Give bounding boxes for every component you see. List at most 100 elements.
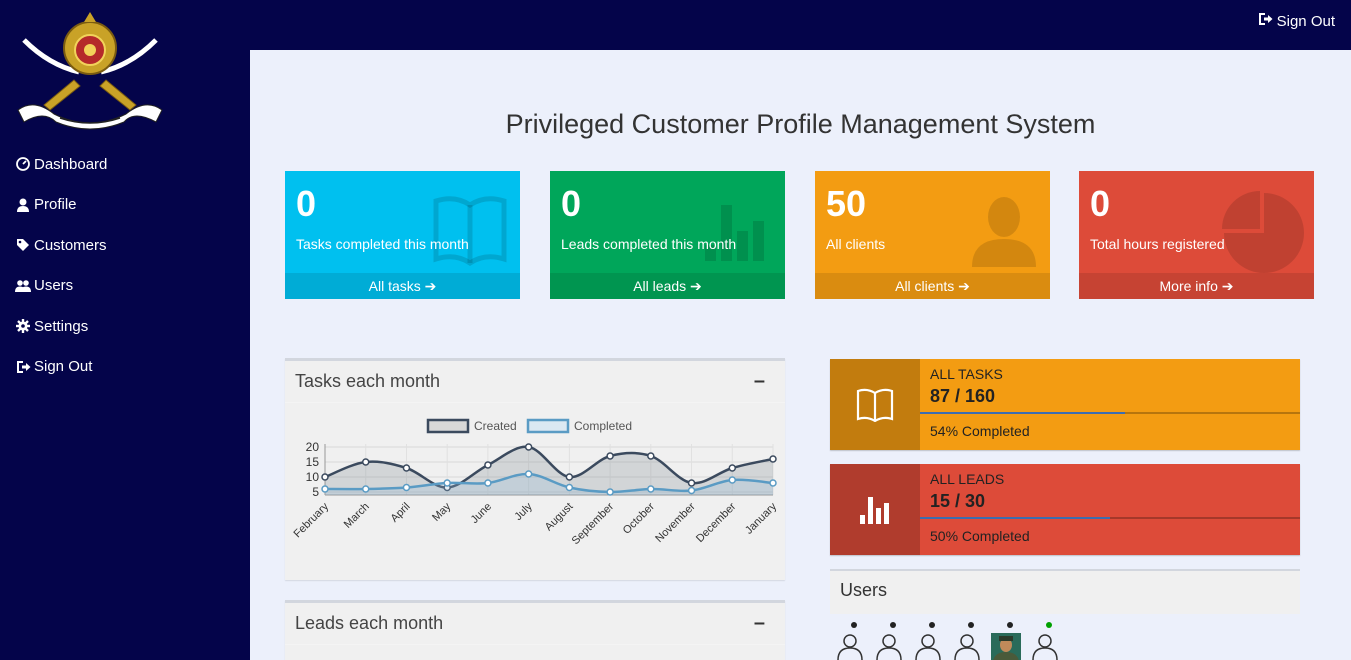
tag-icon — [15, 237, 31, 253]
stat-box-tasks: 0 Tasks completed this month All tasks ➔ — [285, 171, 520, 299]
data-point — [687, 486, 696, 495]
progress-bar-fill — [920, 517, 1110, 519]
stat-footer-link[interactable]: All tasks ➔ — [285, 273, 520, 299]
data-point — [769, 455, 777, 463]
collapse-button[interactable]: – — [754, 370, 765, 393]
top-navbar: Sign Out — [250, 0, 1351, 50]
progress-description: 54% Completed — [930, 423, 1030, 439]
stat-box-leads: 0 Leads completed this month All leads ➔ — [550, 171, 785, 299]
stat-label: Total hours registered — [1090, 236, 1225, 252]
stat-footer-link[interactable]: All clients ➔ — [815, 273, 1050, 299]
stat-label: Tasks completed this month — [296, 236, 469, 252]
person-outline-icon — [876, 634, 902, 660]
y-tick-label: 15 — [306, 455, 320, 469]
sidebar: Dashboard Profile Customers Users Settin… — [0, 0, 250, 660]
x-tick-label: August — [543, 501, 576, 534]
user-avatar[interactable] — [913, 619, 943, 660]
box-header: Leads each month – — [285, 603, 785, 645]
sidebar-item-profile[interactable]: Profile — [0, 185, 250, 226]
y-tick-label: 20 — [306, 440, 320, 454]
stat-footer-link[interactable]: All leads ➔ — [550, 273, 785, 299]
sign-out-label: Sign Out — [1276, 12, 1335, 30]
x-tick-label: July — [512, 500, 535, 523]
user-avatar[interactable] — [835, 619, 865, 660]
progress-numbers: 87 / 160 — [930, 386, 996, 406]
data-point — [402, 464, 411, 472]
bar-chart-icon — [705, 205, 764, 261]
x-tick-label: January — [743, 500, 780, 537]
status-dot — [1007, 622, 1013, 628]
data-point — [484, 461, 492, 469]
legend-swatch — [526, 418, 570, 434]
progress-title: ALL LEADS — [930, 471, 1005, 487]
sidebar-item-customers[interactable]: Customers — [0, 225, 250, 266]
data-point — [606, 488, 614, 496]
data-point — [321, 485, 329, 493]
stat-value: 0 — [1090, 183, 1111, 224]
user-icon — [15, 197, 31, 213]
sidebar-item-sign-out[interactable]: Sign Out — [0, 347, 250, 388]
x-tick-label: February — [292, 500, 332, 540]
person-outline-icon — [915, 634, 941, 660]
top-sign-out-button[interactable]: Sign Out — [1258, 12, 1335, 30]
stat-footer-label: All tasks — [368, 278, 421, 294]
bar-chart-icon — [830, 464, 920, 555]
x-tick-label: May — [430, 500, 454, 524]
data-point — [647, 452, 655, 460]
legend-label: Completed — [574, 419, 632, 433]
stat-footer-link[interactable]: More info ➔ — [1079, 273, 1314, 299]
data-point — [647, 485, 655, 493]
stat-box-clients: 50 All clients All clients ➔ — [815, 171, 1050, 299]
data-point — [321, 473, 329, 481]
user-avatar[interactable] — [952, 619, 982, 660]
sidebar-item-dashboard[interactable]: Dashboard — [0, 144, 250, 185]
status-dot — [929, 622, 935, 628]
data-point — [606, 452, 614, 460]
page-title: Privileged Customer Profile Management S… — [505, 109, 1096, 139]
x-tick-label: April — [389, 501, 413, 525]
person-icon — [972, 197, 1036, 267]
data-point — [524, 443, 533, 451]
legend-swatch — [426, 418, 470, 434]
user-avatar[interactable] — [874, 619, 904, 660]
progress-bar — [920, 517, 1300, 519]
data-point — [769, 479, 777, 487]
person-outline-icon — [954, 634, 980, 660]
users-icon — [15, 278, 31, 294]
x-tick-label: March — [342, 501, 372, 531]
sidebar-item-settings[interactable]: Settings — [0, 306, 250, 347]
arrow-circle-right-icon: ➔ — [690, 278, 702, 294]
sidebar-item-label: Profile — [34, 196, 77, 214]
tasks-chart-box: Tasks each month – 5 10 15 20 February March A… — [285, 358, 785, 580]
pie-chart-icon — [1222, 191, 1304, 273]
progress-description: 50% Completed — [930, 528, 1030, 544]
sidebar-item-label: Dashboard — [34, 155, 108, 173]
progress-bar — [920, 412, 1300, 414]
sign-out-icon — [15, 359, 31, 375]
logo-emblem — [17, 12, 163, 130]
stat-footer-label: More info — [1159, 278, 1218, 294]
data-point — [687, 479, 696, 487]
data-point — [524, 470, 533, 478]
user-avatar[interactable] — [991, 619, 1021, 660]
sidebar-item-label: Settings — [34, 317, 89, 335]
progress-numbers: 15 / 30 — [930, 491, 986, 511]
data-point — [565, 473, 574, 481]
sidebar-item-users[interactable]: Users — [0, 266, 250, 307]
data-point — [361, 458, 370, 466]
stat-value: 0 — [296, 183, 317, 224]
tasks-line-chart: 5101520 February March April May June July Augu… — [292, 418, 780, 547]
user-avatar[interactable] — [1030, 619, 1060, 660]
progress-box-tasks: ALL TASKS 87 / 160 54% Completed — [830, 359, 1300, 450]
stat-label: Leads completed this month — [561, 236, 737, 252]
sidebar-item-label: Sign Out — [34, 358, 93, 376]
dashboard-icon — [15, 156, 31, 172]
collapse-button[interactable]: – — [754, 612, 765, 635]
person-outline-icon — [1032, 634, 1058, 660]
sidebar-nav: Dashboard Profile Customers Users Settin… — [0, 144, 250, 387]
leads-chart-box: Leads each month – — [285, 600, 785, 660]
arrow-circle-right-icon: ➔ — [958, 278, 970, 294]
data-point — [484, 479, 492, 487]
users-panel-title: Users — [840, 580, 888, 600]
x-tick-label: September — [570, 500, 617, 547]
